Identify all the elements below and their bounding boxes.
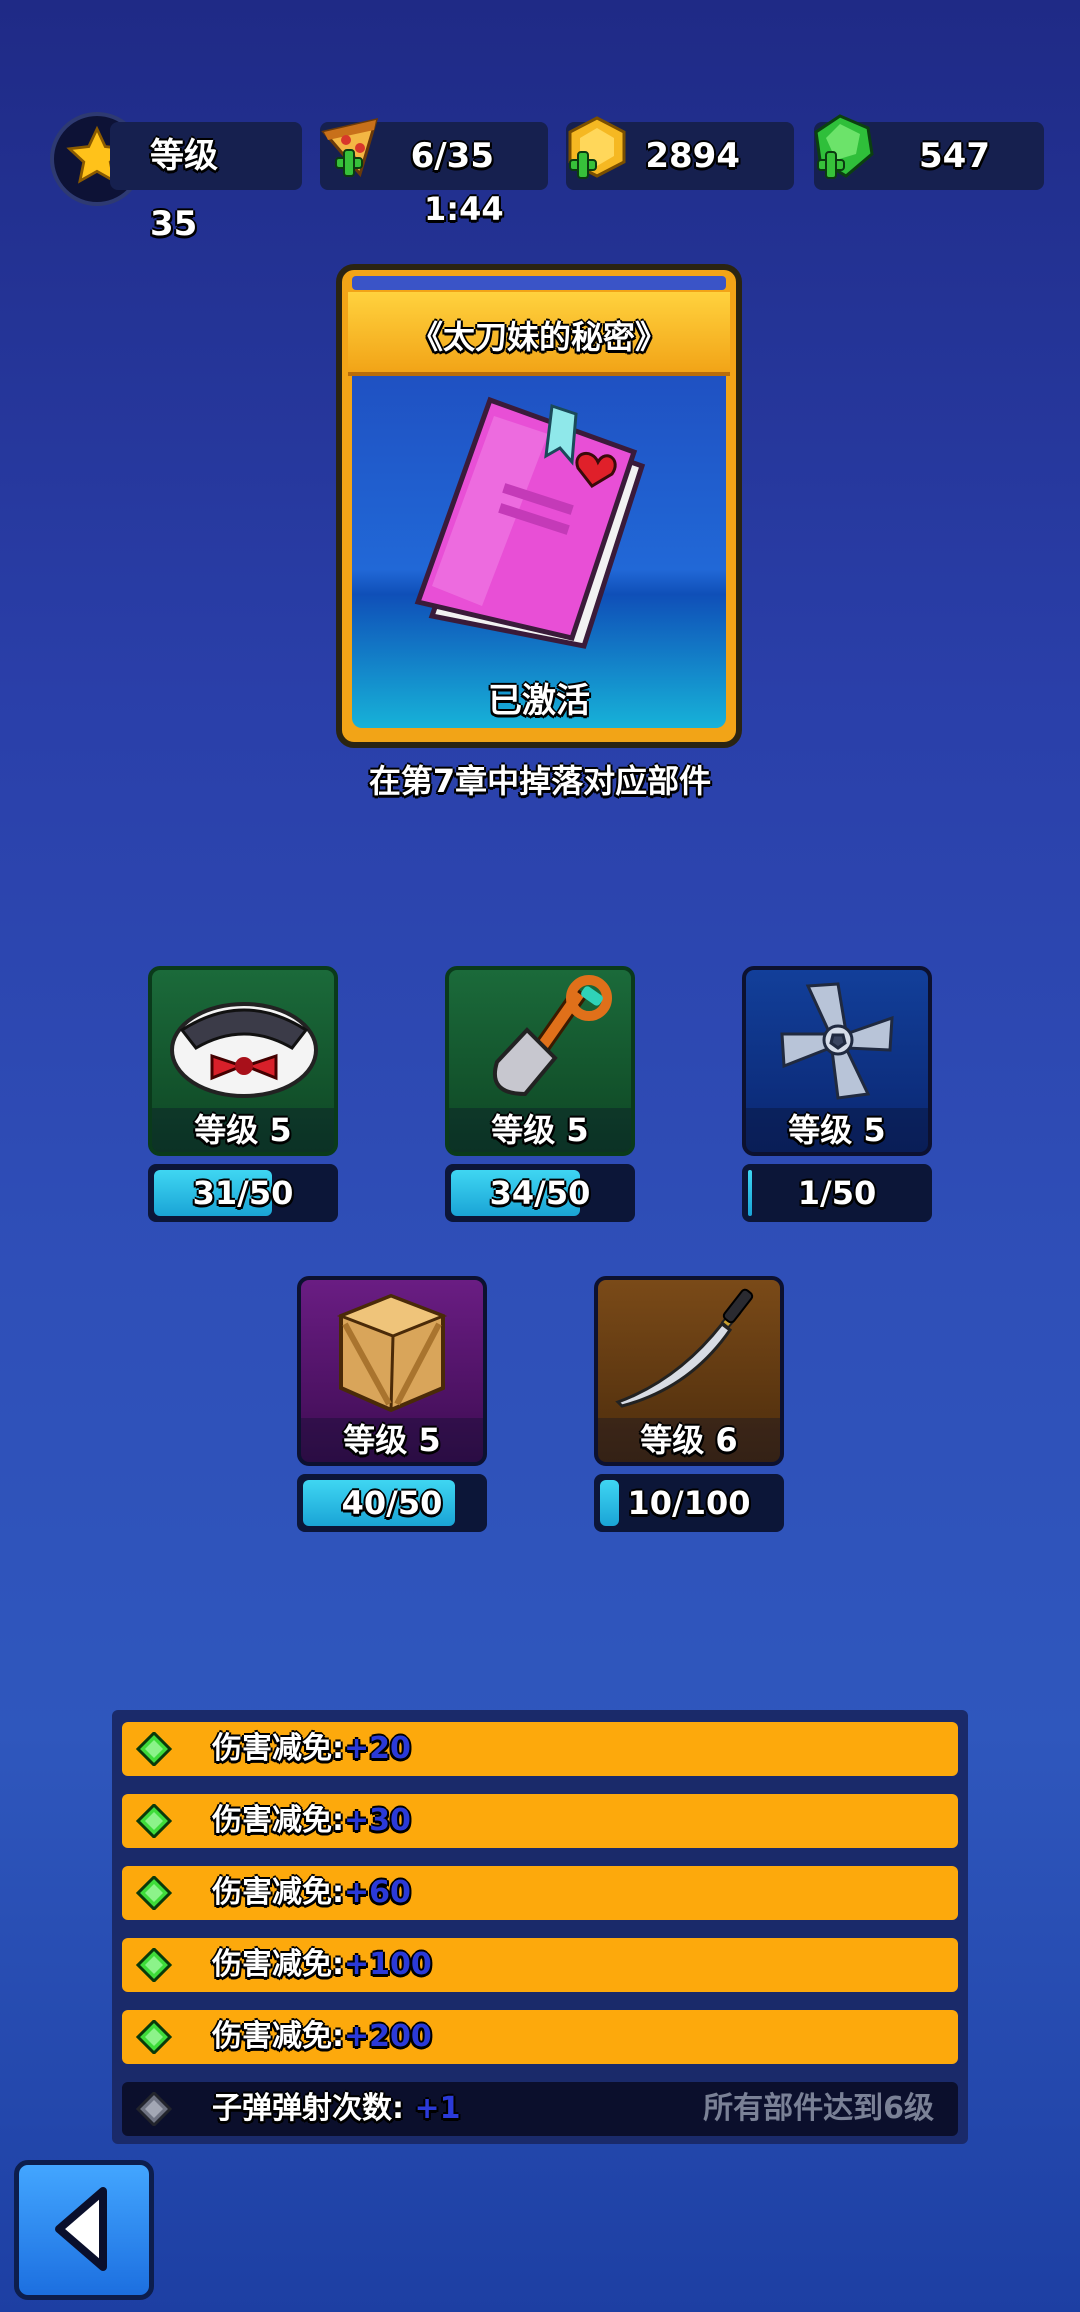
part-progress-label: 34/50 xyxy=(489,1174,591,1212)
bonus-value: +20 xyxy=(344,1731,411,1766)
bonus-label: 子弹弹射次数: +1 xyxy=(212,2091,461,2126)
drop-hint: 在第7章中掉落对应部件 xyxy=(368,762,712,800)
part-level: 等级 5 xyxy=(449,1108,631,1152)
gold-panel[interactable]: 2894 xyxy=(566,116,794,190)
set-bonus-panel: 伤害减免:+20 伤害减免:+30 伤害减免:+60 伤害减免:+100 伤害减… xyxy=(112,1710,968,2144)
part-shovel[interactable]: 等级 5 34/50 xyxy=(445,966,635,1222)
card-top-strip xyxy=(352,276,726,290)
fan-blade-icon xyxy=(780,982,894,1100)
bonus-row: 伤害减免:+100 xyxy=(122,1938,958,1992)
bonus-value: +100 xyxy=(344,1947,432,1982)
sailor-uniform-icon xyxy=(170,1002,318,1098)
part-wooden-crate[interactable]: 等级 5 40/50 xyxy=(297,1276,487,1532)
secret-book-card[interactable]: 《太刀妹的秘密》 已激活 xyxy=(336,264,742,748)
green-diamond-icon xyxy=(136,1804,172,1838)
back-arrow-icon xyxy=(55,2187,107,2271)
back-button[interactable] xyxy=(14,2160,154,2300)
bonus-requirement: 所有部件达到6级 xyxy=(703,2091,934,2126)
part-level: 等级 5 xyxy=(301,1418,483,1462)
green-diamond-icon xyxy=(136,1948,172,1982)
gem-panel[interactable]: 547 xyxy=(814,114,1044,190)
part-progress-label: 31/50 xyxy=(192,1174,294,1212)
part-katana[interactable]: 等级 6 10/100 xyxy=(594,1276,784,1532)
gold-value: 2894 xyxy=(645,136,740,176)
katana-icon xyxy=(615,1288,754,1408)
pink-diary-icon xyxy=(414,396,646,649)
part-progress-label: 40/50 xyxy=(341,1484,443,1522)
bonus-label: 伤害减免:+60 xyxy=(212,1875,411,1910)
part-tile[interactable]: 等级 6 xyxy=(594,1276,784,1466)
part-tile[interactable]: 等级 5 xyxy=(742,966,932,1156)
part-fan-blade[interactable]: 等级 5 1/50 xyxy=(742,966,932,1222)
bonus-row: 伤害减免:+20 xyxy=(122,1722,958,1776)
energy-timer: 1:44 xyxy=(424,190,504,228)
card-status: 已激活 xyxy=(488,681,590,721)
part-progress-bar: 40/50 xyxy=(297,1474,487,1532)
part-tile[interactable]: 等级 5 xyxy=(297,1276,487,1466)
shovel-icon xyxy=(493,975,612,1097)
bonus-row: 伤害减免:+30 xyxy=(122,1794,958,1848)
part-progress-bar: 10/100 xyxy=(594,1474,784,1532)
part-progress-label: 10/100 xyxy=(627,1484,751,1522)
bonus-value: +60 xyxy=(344,1875,411,1910)
part-level: 等级 6 xyxy=(598,1418,780,1462)
part-level: 等级 5 xyxy=(152,1108,334,1152)
player-level-label: 等级 35 xyxy=(150,136,218,244)
part-progress-bar: 34/50 xyxy=(445,1164,635,1222)
green-diamond-icon xyxy=(136,2020,172,2054)
bonus-value: +30 xyxy=(344,1803,411,1838)
bonus-value: +1 xyxy=(414,2091,461,2126)
player-level-panel: 等级 35 xyxy=(110,122,302,244)
bonus-label: 伤害减免:+20 xyxy=(212,1731,411,1766)
part-level: 等级 5 xyxy=(746,1108,928,1152)
gray-diamond-icon xyxy=(136,2092,172,2126)
part-progress-bar: 31/50 xyxy=(148,1164,338,1222)
bonus-label: 伤害减免:+100 xyxy=(212,1947,432,1982)
energy-value: 6/35 xyxy=(410,136,494,176)
bonus-row: 伤害减免:+200 xyxy=(122,2010,958,2064)
wooden-crate-icon xyxy=(336,1293,448,1413)
card-title: 《太刀妹的秘密》 xyxy=(410,318,667,356)
bonus-value: +200 xyxy=(344,2019,432,2054)
green-diamond-icon xyxy=(136,1732,172,1766)
gem-value: 547 xyxy=(919,136,990,176)
green-diamond-icon xyxy=(136,1876,172,1910)
energy-panel[interactable]: 6/35 xyxy=(320,117,548,190)
part-tile[interactable]: 等级 5 xyxy=(445,966,635,1156)
bonus-label: 伤害减免:+200 xyxy=(212,2019,432,2054)
part-tile[interactable]: 等级 5 xyxy=(148,966,338,1156)
part-progress-label: 1/50 xyxy=(797,1174,877,1212)
part-sailor-uniform[interactable]: 等级 5 31/50 xyxy=(148,966,338,1222)
bonus-row-locked: 子弹弹射次数: +1 所有部件达到6级 xyxy=(122,2082,958,2136)
bonus-row: 伤害减免:+60 xyxy=(122,1866,958,1920)
part-progress-bar: 1/50 xyxy=(742,1164,932,1222)
bonus-label: 伤害减免:+30 xyxy=(212,1803,411,1838)
